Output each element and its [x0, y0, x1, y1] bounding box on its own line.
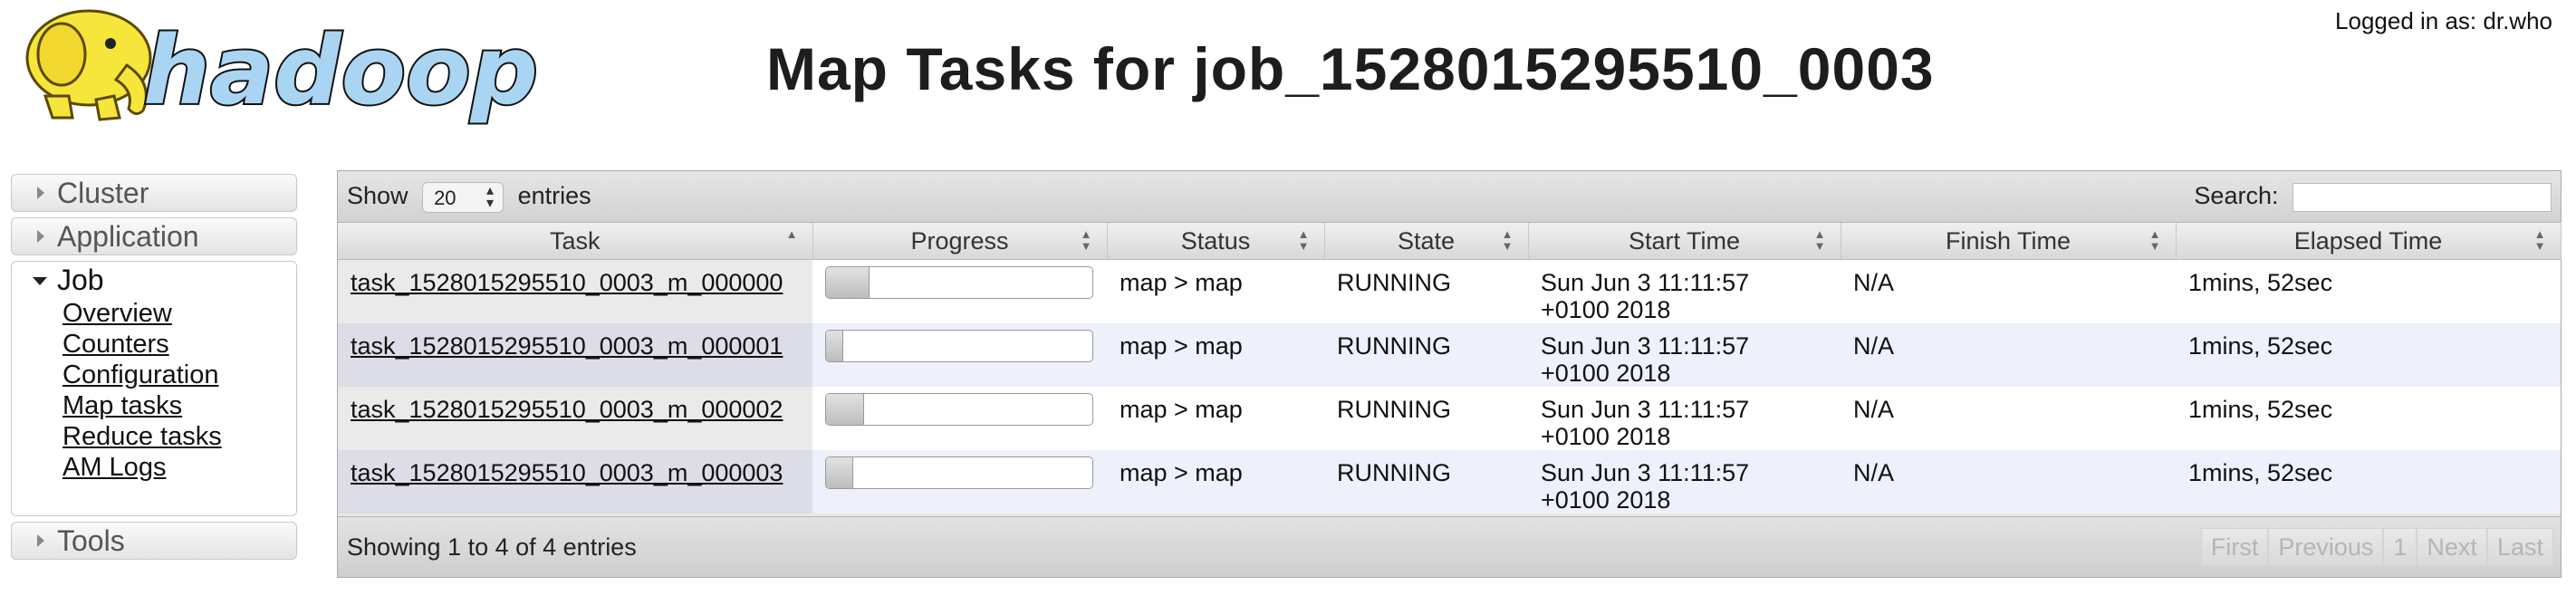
sidebar-job-label: Job	[57, 264, 104, 296]
task-link[interactable]: task_1528015295510_0003_m_000002	[351, 396, 783, 423]
elapsed-time-cell: 1mins, 52sec	[2176, 323, 2561, 387]
search-control: Search:	[2194, 182, 2552, 212]
state-cell: RUNNING	[1324, 259, 1528, 323]
pager-next-button[interactable]: Next	[2417, 528, 2487, 566]
sidebar-cluster[interactable]: Cluster	[11, 174, 297, 212]
progress-bar	[825, 456, 1093, 489]
sidebar-item-reduce-tasks[interactable]: Reduce tasks	[62, 422, 222, 451]
column-header-task[interactable]: Task ▲	[338, 223, 813, 260]
table-info: Showing 1 to 4 of 4 entries	[347, 533, 637, 561]
start-time-cell: Sun Jun 3 11:11:57 +0100 2018	[1528, 450, 1841, 514]
column-header-state[interactable]: State ▲ ▼	[1324, 223, 1529, 260]
state-cell: RUNNING	[1324, 450, 1528, 514]
column-header-status[interactable]: Status ▲ ▼	[1107, 223, 1325, 260]
tasks-table: Task ▲ Progress ▲ ▼ Status ▲ ▼ State ▲ ▼ Start …	[338, 223, 2562, 514]
sort-icon: ▲ ▼	[2533, 227, 2546, 253]
elapsed-time-cell: 1mins, 52sec	[2176, 450, 2561, 514]
logged-in-user: Logged in as: dr.who	[2335, 7, 2552, 34]
sidebar-tools[interactable]: Tools	[11, 522, 297, 560]
task-link[interactable]: task_1528015295510_0003_m_000003	[351, 459, 783, 486]
sort-asc-icon: ▲	[785, 227, 798, 241]
column-header-progress[interactable]: Progress ▲ ▼	[812, 223, 1108, 260]
status-cell: map > map	[1107, 323, 1324, 387]
entries-length-control: Show 20 ▴ ▾ entries	[347, 182, 591, 213]
entries-select-value: 20	[434, 187, 457, 209]
table-row: task_1528015295510_0003_m_000002 map > m…	[338, 387, 2561, 450]
sidebar-cluster-label: Cluster	[57, 177, 149, 209]
sort-icon: ▲ ▼	[1813, 227, 1826, 253]
finish-time-cell: N/A	[1841, 387, 2176, 450]
task-link[interactable]: task_1528015295510_0003_m_000000	[351, 269, 783, 296]
sidebar-item-map-tasks[interactable]: Map tasks	[62, 391, 182, 420]
hadoop-logo: hadoop	[9, 2, 562, 133]
start-time-cell: Sun Jun 3 11:11:57 +0100 2018	[1528, 387, 1841, 450]
finish-time-cell: N/A	[1841, 259, 2176, 323]
sort-icon: ▲ ▼	[2148, 227, 2161, 253]
start-time-cell: Sun Jun 3 11:11:57 +0100 2018	[1528, 323, 1841, 387]
pagination: First Previous 1 Next Last	[2200, 528, 2553, 566]
entries-select[interactable]: 20 ▴ ▾	[422, 182, 505, 213]
progress-fill	[826, 331, 843, 361]
triangle-right-icon	[37, 230, 44, 243]
state-cell: RUNNING	[1324, 323, 1528, 387]
sidebar-item-counters[interactable]: Counters	[62, 330, 169, 359]
sort-icon: ▲ ▼	[1080, 227, 1092, 253]
entries-label: entries	[517, 182, 591, 210]
table-footer: Showing 1 to 4 of 4 entries First Previo…	[338, 516, 2561, 577]
progress-fill	[826, 267, 870, 298]
job-submenu: Overview Counters Configuration Map task…	[12, 298, 296, 483]
sidebar-job-header[interactable]: Job	[12, 262, 296, 298]
select-arrows-icon: ▴ ▾	[486, 183, 495, 211]
sidebar-item-configuration[interactable]: Configuration	[62, 360, 219, 389]
status-cell: map > map	[1107, 387, 1324, 450]
sidebar-item-am-logs[interactable]: AM Logs	[62, 453, 166, 482]
hadoop-elephant-logo-icon: hadoop	[25, 9, 540, 128]
sort-icon: ▲ ▼	[1501, 227, 1514, 253]
column-header-elapsed-time[interactable]: Elapsed Time ▲ ▼	[2176, 223, 2562, 260]
logo-wordmark: hadoop	[143, 15, 538, 126]
progress-fill	[826, 457, 854, 488]
sidebar-tools-header[interactable]: Tools	[12, 523, 296, 559]
pager-page-1-button[interactable]: 1	[2383, 528, 2417, 566]
finish-time-cell: N/A	[1841, 450, 2176, 514]
sidebar-application-header[interactable]: Application	[12, 218, 296, 254]
show-label: Show	[347, 182, 409, 210]
elapsed-time-cell: 1mins, 52sec	[2176, 259, 2561, 323]
pager-last-button[interactable]: Last	[2486, 528, 2553, 566]
progress-bar	[825, 393, 1093, 426]
finish-time-cell: N/A	[1841, 323, 2176, 387]
page-title: Map Tasks for job_1528015295510_0003	[766, 35, 1935, 102]
table-row: task_1528015295510_0003_m_000001 map > m…	[338, 323, 2561, 387]
pager-previous-button[interactable]: Previous	[2268, 528, 2384, 566]
sidebar-application[interactable]: Application	[11, 217, 297, 255]
status-cell: map > map	[1107, 450, 1324, 514]
sidebar-tools-label: Tools	[57, 524, 125, 557]
column-header-finish-time[interactable]: Finish Time ▲ ▼	[1841, 223, 2177, 260]
table-row: task_1528015295510_0003_m_000000 map > m…	[338, 259, 2561, 323]
table-row: task_1528015295510_0003_m_000003 map > m…	[338, 450, 2561, 514]
triangle-down-icon	[33, 277, 47, 285]
progress-fill	[826, 394, 865, 425]
table-header-row: Task ▲ Progress ▲ ▼ Status ▲ ▼ State ▲ ▼ Start …	[338, 223, 2562, 260]
tasks-table-wrapper: Show 20 ▴ ▾ entries Search: Task ▲ Progres…	[337, 170, 2562, 578]
search-input[interactable]	[2292, 182, 2552, 212]
progress-bar	[825, 330, 1093, 362]
pager-first-button[interactable]: First	[2200, 528, 2269, 566]
sidebar-application-label: Application	[57, 220, 199, 253]
status-cell: map > map	[1107, 259, 1324, 323]
sort-icon: ▲ ▼	[1297, 227, 1310, 253]
task-link[interactable]: task_1528015295510_0003_m_000001	[351, 332, 783, 360]
column-header-start-time[interactable]: Start Time ▲ ▼	[1528, 223, 1841, 260]
search-label: Search:	[2194, 182, 2279, 209]
triangle-right-icon	[37, 534, 44, 547]
triangle-right-icon	[37, 187, 44, 199]
start-time-cell: Sun Jun 3 11:11:57 +0100 2018	[1528, 259, 1841, 323]
state-cell: RUNNING	[1324, 387, 1528, 450]
progress-bar	[825, 266, 1093, 299]
sidebar-job: Job Overview Counters Configuration Map …	[11, 261, 297, 516]
sidebar-cluster-header[interactable]: Cluster	[12, 175, 296, 211]
table-toolbar: Show 20 ▴ ▾ entries Search:	[338, 171, 2561, 223]
elapsed-time-cell: 1mins, 52sec	[2176, 387, 2561, 450]
sidebar-item-overview[interactable]: Overview	[62, 299, 172, 328]
